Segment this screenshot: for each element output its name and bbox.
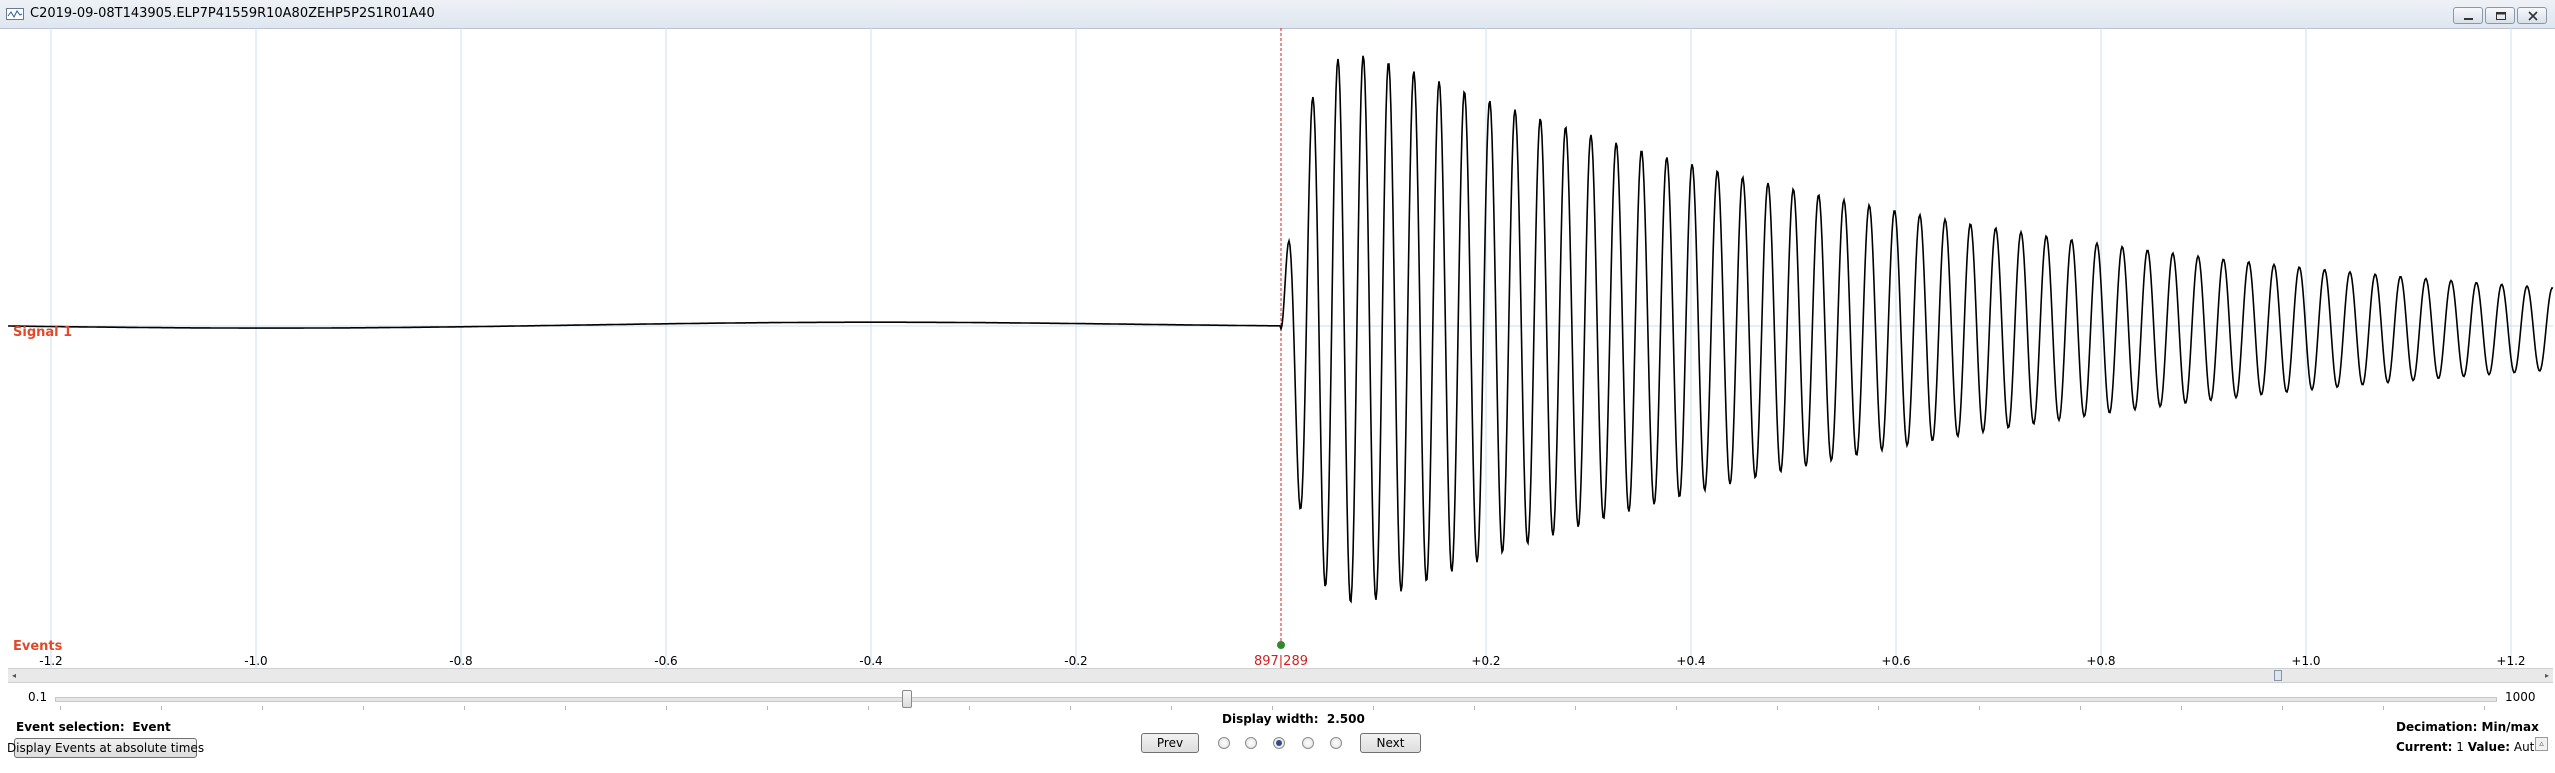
x-tick-label: +0.4	[1676, 654, 1705, 668]
zoom-tick	[464, 706, 465, 710]
scroll-left-icon[interactable]: ◂	[12, 671, 16, 680]
x-tick-label: +1.0	[2291, 654, 2320, 668]
display-width: Display width: 2.500	[1222, 712, 1365, 726]
prev-button[interactable]: Prev	[1141, 733, 1199, 753]
minimize-icon	[2464, 18, 2473, 20]
zoom-tick	[161, 706, 162, 710]
zoom-tick	[2484, 706, 2485, 710]
x-tick-label: -0.4	[859, 654, 882, 668]
zoom-tick	[2080, 706, 2081, 710]
zoom-tick	[1070, 706, 1071, 710]
zoom-tick	[262, 706, 263, 710]
zoom-tick	[969, 706, 970, 710]
x-tick-label: -1.0	[244, 654, 267, 668]
event-point-icon[interactable]	[1277, 641, 1285, 649]
scrollbar-thumb[interactable]	[2274, 670, 2282, 681]
zoom-tick	[666, 706, 667, 710]
x-tick-label: +0.6	[1881, 654, 1910, 668]
display-events-absolute-button[interactable]: Display Events at absolute times	[7, 738, 204, 758]
event-selection: Event selection: Event	[16, 720, 171, 734]
display-width-value: 2.500	[1326, 712, 1365, 726]
page-radio-5[interactable]	[1330, 737, 1342, 749]
zoom-tick	[1979, 706, 1980, 710]
zoom-tick	[1171, 706, 1172, 710]
event-selection-value: Event	[132, 720, 171, 734]
x-tick-label: +0.2	[1471, 654, 1500, 668]
window-title: C2019-09-08T143905.ELP7P41559R10A80ZEHP5…	[30, 6, 435, 21]
events-label: Events	[13, 639, 63, 654]
signal-plot[interactable]: Signal 1 Events -1.2 -1.0 -0.8 -0.6 -0.4 -0.2…	[0, 28, 2555, 669]
scroll-right-icon[interactable]: ▸	[2545, 671, 2549, 680]
x-tick-label: -0.8	[449, 654, 472, 668]
minimize-button[interactable]	[2453, 7, 2483, 24]
maximize-button[interactable]	[2485, 7, 2515, 24]
current-label: Current:	[2396, 740, 2453, 754]
app-icon	[6, 8, 24, 20]
zoom-tick	[1474, 706, 1475, 710]
zoom-tick	[2181, 706, 2182, 710]
zoom-tick	[1676, 706, 1677, 710]
zoom-tick	[767, 706, 768, 710]
zoom-tick	[2282, 706, 2283, 710]
current-value-row: Current: 1 Value: Auto	[2396, 740, 2542, 754]
zoom-tick	[1878, 706, 1879, 710]
zoom-tick	[2383, 706, 2384, 710]
event-marker-label: 897|289	[1254, 654, 1308, 669]
event-selection-label: Event selection:	[16, 720, 125, 734]
zoom-tick	[1777, 706, 1778, 710]
x-tick-label: +0.8	[2086, 654, 2115, 668]
page-radio-4[interactable]	[1302, 737, 1314, 749]
zoom-max-label: 1000	[2505, 690, 2536, 704]
close-button[interactable]	[2517, 7, 2547, 24]
zoom-tick	[565, 706, 566, 710]
x-tick-label: +1.2	[2496, 654, 2525, 668]
zoom-tick	[1373, 706, 1374, 710]
page-radio-2[interactable]	[1245, 737, 1257, 749]
close-icon	[2528, 11, 2538, 21]
zoom-tick	[60, 706, 61, 710]
zoom-tick	[363, 706, 364, 710]
x-tick-label: -0.6	[654, 654, 677, 668]
decimation-label: Decimation: Min/max	[2396, 720, 2539, 734]
x-tick-label: -1.2	[39, 654, 62, 668]
zoom-tick	[868, 706, 869, 710]
zoom-slider-track[interactable]	[55, 697, 2497, 702]
window-titlebar: C2019-09-08T143905.ELP7P41559R10A80ZEHP5…	[0, 0, 2555, 29]
zoom-min-label: 0.1	[28, 690, 48, 704]
page-radio-1[interactable]	[1218, 737, 1230, 749]
next-button[interactable]: Next	[1360, 733, 1421, 753]
value-toggle-icon[interactable]: ▵	[2535, 737, 2548, 751]
current-value: 1	[2456, 740, 2464, 754]
page-radio-3[interactable]	[1273, 737, 1285, 749]
signal-label: Signal 1	[13, 325, 72, 340]
display-width-label: Display width:	[1222, 712, 1319, 726]
zoom-tick	[1575, 706, 1576, 710]
horizontal-scrollbar[interactable]: ◂ ▸	[8, 668, 2553, 683]
value-label: Value:	[2467, 740, 2511, 754]
maximize-icon	[2496, 12, 2506, 20]
zoom-tick	[1272, 706, 1273, 710]
x-tick-label: -0.2	[1064, 654, 1087, 668]
zoom-slider-thumb[interactable]	[902, 690, 912, 708]
